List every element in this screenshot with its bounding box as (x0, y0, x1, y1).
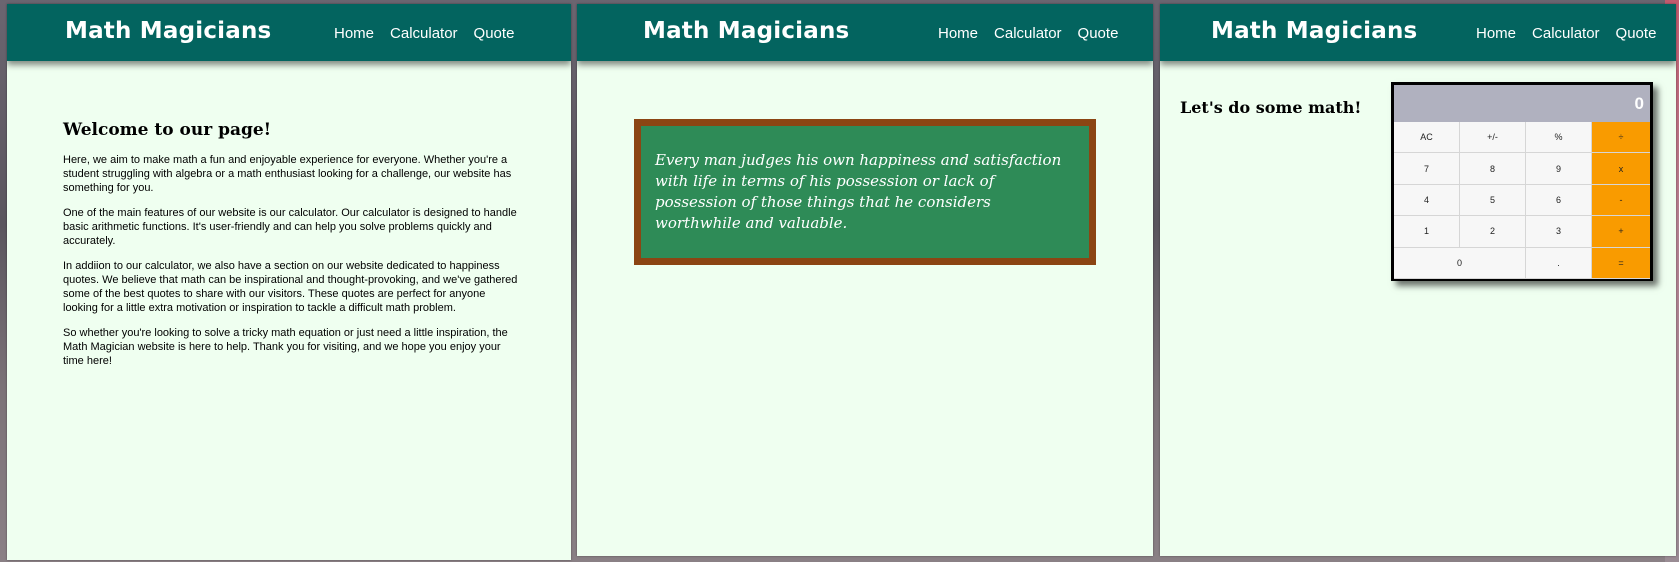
key-2[interactable]: 2 (1460, 216, 1526, 248)
welcome-heading: Welcome to our page! (63, 120, 272, 140)
intro-paragraph: Here, we aim to make math a fun and enjo… (63, 154, 512, 194)
nav-links: Home Calculator Quote (938, 25, 1118, 42)
key-4[interactable]: 4 (1394, 184, 1460, 217)
navbar: Math Magicians Home Calculator Quote (7, 4, 571, 61)
key-8[interactable]: 8 (1460, 153, 1526, 185)
brand-logo[interactable]: Math Magicians (643, 18, 849, 44)
quote-text: Every man judges his own happiness and s… (655, 151, 1062, 232)
nav-link-home[interactable]: Home (334, 25, 374, 42)
key-divide[interactable]: ÷ (1592, 122, 1650, 154)
key-3[interactable]: 3 (1526, 216, 1592, 248)
nav-link-calculator[interactable]: Calculator (1532, 25, 1600, 42)
key-6[interactable]: 6 (1526, 184, 1592, 217)
key-decimal[interactable]: . (1526, 247, 1592, 279)
navbar: Math Magicians Home Calculator Quote (1160, 4, 1676, 61)
key-1[interactable]: 1 (1394, 216, 1460, 248)
key-sign[interactable]: +/- (1460, 122, 1526, 154)
key-ac[interactable]: AC (1394, 122, 1460, 154)
calculator-keypad: AC +/- % ÷ 7 8 9 x 4 5 6 - 1 2 3 + 0 . = (1394, 122, 1650, 279)
key-equals[interactable]: = (1592, 247, 1650, 279)
nav-link-calculator[interactable]: Calculator (994, 25, 1062, 42)
calculator-paragraph: One of the main features of our website … (63, 207, 517, 247)
nav-link-home[interactable]: Home (1476, 25, 1516, 42)
nav-link-quote[interactable]: Quote (1078, 25, 1119, 42)
home-page-window: Math Magicians Home Calculator Quote Wel… (7, 4, 571, 560)
brand-logo[interactable]: Math Magicians (65, 18, 271, 44)
nav-link-calculator[interactable]: Calculator (390, 25, 458, 42)
quote-page-window: Math Magicians Home Calculator Quote Eve… (577, 4, 1153, 556)
navbar: Math Magicians Home Calculator Quote (577, 4, 1153, 61)
key-5[interactable]: 5 (1460, 184, 1526, 217)
nav-links: Home Calculator Quote (1476, 25, 1656, 42)
key-minus[interactable]: - (1592, 184, 1650, 217)
nav-link-home[interactable]: Home (938, 25, 978, 42)
nav-links: Home Calculator Quote (334, 25, 514, 42)
calculator-display: 0 (1394, 85, 1650, 122)
key-9[interactable]: 9 (1526, 153, 1592, 185)
nav-link-quote[interactable]: Quote (474, 25, 515, 42)
closing-paragraph: So whether you're looking to solve a tri… (63, 327, 508, 367)
quotes-paragraph: In addiion to our calculator, we also ha… (63, 260, 518, 314)
key-multiply[interactable]: x (1592, 153, 1650, 185)
calculator-heading: Let's do some math! (1180, 98, 1362, 117)
brand-logo[interactable]: Math Magicians (1211, 18, 1417, 44)
calculator: 0 AC +/- % ÷ 7 8 9 x 4 5 6 - 1 2 3 + 0 .… (1391, 82, 1653, 281)
welcome-section: Welcome to our page! Here, we aim to mak… (63, 120, 523, 379)
key-7[interactable]: 7 (1394, 153, 1460, 185)
key-percent[interactable]: % (1526, 122, 1592, 154)
quote-board: Every man judges his own happiness and s… (634, 119, 1096, 265)
key-0[interactable]: 0 (1394, 247, 1526, 279)
key-plus[interactable]: + (1592, 216, 1650, 248)
calculator-page-window: Math Magicians Home Calculator Quote Let… (1160, 4, 1676, 556)
nav-link-quote[interactable]: Quote (1616, 25, 1657, 42)
